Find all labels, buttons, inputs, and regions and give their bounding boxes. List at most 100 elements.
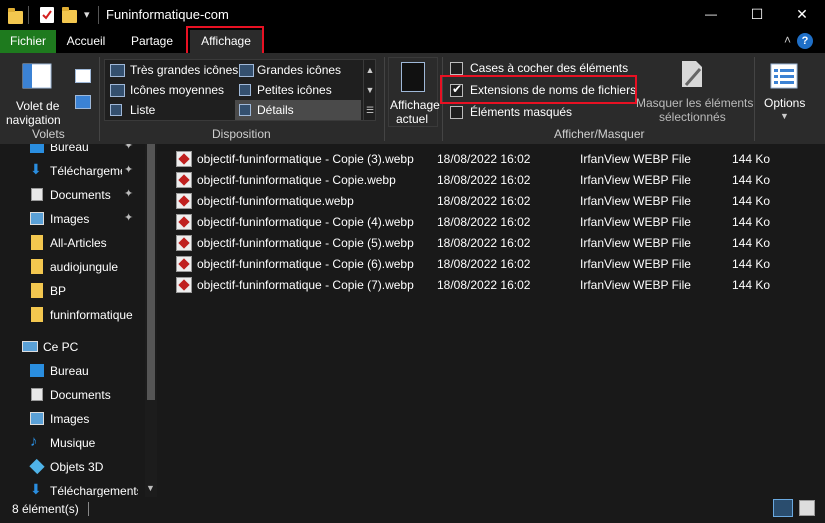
nav-item-label: All-Articles [50, 236, 107, 250]
scroll-down-icon[interactable]: ▼ [146, 483, 155, 493]
layout-small-icons[interactable]: Petites icônes [235, 80, 359, 100]
hide-selected-icon [682, 61, 702, 87]
file-extensions-toggle[interactable]: Extensions de noms de fichiers [448, 81, 636, 99]
options-button[interactable]: Options ▼ [760, 57, 810, 127]
new-folder-icon[interactable] [62, 7, 77, 23]
preview-pane-icon[interactable] [75, 69, 91, 83]
tab-partage[interactable]: Partage [116, 30, 188, 53]
nav-item-bp[interactable]: BP [0, 280, 145, 302]
help-icon[interactable]: ? [797, 33, 813, 49]
nav-item-all-articles[interactable]: All-Articles [0, 232, 145, 254]
nav-item-documents-quick[interactable]: Documents ✦ [0, 184, 145, 206]
ribbon-separator [754, 57, 755, 141]
file-row[interactable]: objectif-funinformatique - Copie (3).web… [171, 148, 811, 169]
ribbon-panel: Volet de navigation Volets Très grandes … [0, 53, 825, 144]
large-icons-icon [239, 64, 254, 77]
file-row[interactable]: objectif-funinformatique - Copie (6).web… [171, 253, 811, 274]
options-dropdown-icon: ▼ [780, 111, 789, 121]
file-row[interactable]: objectif-funinformatique.webp 18/08/2022 … [171, 190, 811, 211]
tab-accueil[interactable]: Accueil [56, 30, 116, 53]
layout-medium-icons[interactable]: Icônes moyennes [105, 80, 233, 100]
nav-item-telechargements[interactable]: ⬇ Téléchargements [0, 480, 145, 497]
nav-pane-label-2: navigation [6, 113, 61, 127]
item-checkboxes-checkbox[interactable] [450, 62, 463, 75]
file-name: objectif-funinformatique - Copie (4).web… [197, 215, 414, 229]
group-label-volets: Volets [32, 127, 65, 141]
nav-item-label: Bureau [50, 144, 89, 154]
current-view-label-2: actuel [396, 112, 429, 126]
folder-icon [31, 259, 43, 274]
file-row[interactable]: objectif-funinformatique - Copie (4).web… [171, 211, 811, 232]
small-icons-icon [239, 84, 251, 96]
file-row[interactable]: objectif-funinformatique - Copie (5).web… [171, 232, 811, 253]
options-label: Options [764, 96, 806, 110]
quick-access-dropdown-icon[interactable]: ▾ [84, 8, 90, 21]
nav-item-audiojungule[interactable]: audiojungule [0, 256, 145, 278]
layout-gallery-scroll[interactable]: ▲ ▼ ☰ [363, 60, 376, 120]
desktop-icon [30, 144, 44, 153]
file-date: 18/08/2022 16:02 [437, 278, 531, 292]
medium-icons-icon [110, 84, 125, 97]
computer-icon [22, 341, 38, 352]
collapse-ribbon-icon[interactable]: ˄ [784, 33, 791, 47]
nav-item-bureau-quick[interactable]: Bureau ✦ [0, 144, 145, 158]
nav-pane-button[interactable]: Volet de navigation [4, 57, 68, 127]
title-separator [28, 6, 29, 24]
file-date: 18/08/2022 16:02 [437, 173, 531, 187]
properties-icon[interactable] [40, 7, 54, 23]
download-icon: ⬇ [30, 161, 42, 177]
hide-selected-button[interactable]: Masquer les éléments sélectionnés [636, 57, 753, 127]
file-name: objectif-funinformatique - Copie.webp [197, 173, 396, 187]
tab-fichier[interactable]: Fichier [0, 30, 56, 53]
group-label-disposition: Disposition [212, 127, 271, 141]
folder-icon [31, 235, 43, 250]
list-icon [110, 104, 122, 116]
folder-icon [31, 307, 43, 322]
ribbon-tabs: Fichier Accueil Partage Affichage ˄ ? [0, 30, 825, 53]
file-row[interactable]: objectif-funinformatique - Copie.webp 18/… [171, 169, 811, 190]
ribbon-separator [442, 57, 443, 141]
file-date: 18/08/2022 16:02 [437, 152, 531, 166]
layout-large-icons[interactable]: Grandes icônes [235, 60, 359, 80]
file-type: IrfanView WEBP File [580, 236, 691, 250]
nav-item-objets-3d[interactable]: Objets 3D [0, 456, 145, 478]
details-view-icon[interactable] [773, 499, 793, 517]
layout-details[interactable]: Détails [235, 100, 361, 120]
nav-scrollbar[interactable]: ▼ [145, 144, 157, 497]
file-extensions-checkbox[interactable] [450, 82, 463, 97]
nav-item-documents[interactable]: Documents [0, 384, 145, 406]
window-folder-icon [8, 8, 23, 24]
close-button[interactable]: ✕ [779, 0, 825, 30]
item-checkboxes-toggle[interactable]: Cases à cocher des éléments [448, 59, 628, 77]
nav-item-ce-pc[interactable]: Ce PC [0, 336, 145, 358]
nav-scrollbar-thumb[interactable] [147, 144, 155, 400]
minimize-button[interactable]: — [688, 0, 734, 30]
nav-pane-icon [22, 63, 52, 89]
tab-affichage[interactable]: Affichage [190, 30, 262, 53]
current-view-label-1: Affichage [390, 98, 440, 112]
options-icon [770, 63, 798, 89]
hidden-items-checkbox[interactable] [450, 106, 463, 119]
nav-item-label: Bureau [50, 364, 89, 378]
file-row[interactable]: objectif-funinformatique - Copie (7).web… [171, 274, 811, 295]
nav-item-musique[interactable]: ♪ Musique [0, 432, 145, 454]
current-view-button[interactable]: Affichage actuel [388, 57, 440, 127]
file-list: objectif-funinformatique - Copie (3).web… [157, 144, 825, 497]
layout-list[interactable]: Liste [105, 100, 233, 120]
file-type: IrfanView WEBP File [580, 173, 691, 187]
large-icons-view-icon[interactable] [799, 500, 815, 516]
hidden-items-toggle[interactable]: Éléments masqués [448, 103, 628, 121]
file-size: 144 Ko [732, 278, 771, 292]
item-count: 8 élément(s) [12, 502, 79, 516]
nav-item-images[interactable]: Images [0, 408, 145, 430]
nav-item-images-quick[interactable]: Images ✦ [0, 208, 145, 230]
objects-3d-icon [29, 458, 45, 475]
maximize-button[interactable]: ☐ [734, 0, 780, 30]
title-separator [98, 6, 99, 24]
details-icon [239, 104, 251, 116]
layout-extra-large-icons[interactable]: Très grandes icônes [105, 60, 238, 80]
nav-item-telechargements-quick[interactable]: ⬇ Téléchargements ✦ [0, 160, 145, 182]
nav-item-bureau[interactable]: Bureau [0, 360, 145, 382]
nav-item-funinformatique[interactable]: funinformatique [0, 304, 145, 326]
details-pane-icon[interactable] [75, 95, 91, 109]
